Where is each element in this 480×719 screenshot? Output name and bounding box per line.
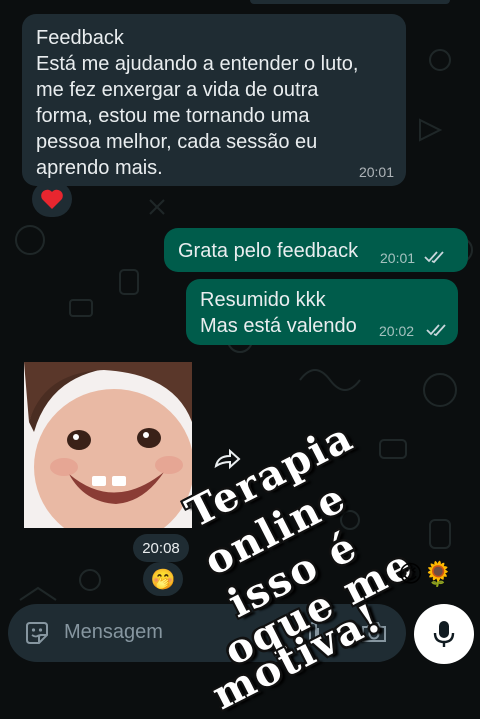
message-line: aprendo mais. xyxy=(36,157,163,179)
mic-icon xyxy=(433,621,455,647)
mic-button[interactable] xyxy=(414,604,474,664)
reaction-chip[interactable] xyxy=(32,181,72,217)
double-check-icon xyxy=(424,251,444,264)
sticker-icon[interactable] xyxy=(24,620,50,646)
message-title: Feedback xyxy=(36,27,124,49)
message-line: pessoa melhor, cada sessão eu xyxy=(36,131,318,153)
message-line: me fez enxergar a vida de outra xyxy=(36,79,319,101)
forward-icon[interactable] xyxy=(212,448,242,472)
outgoing-message[interactable]: Resumido kkk Mas está valendo 20:02 xyxy=(186,279,458,345)
message-composer[interactable]: Mensagem xyxy=(8,604,406,662)
overlay-line: online xyxy=(196,473,355,585)
overlay-line: Terapia xyxy=(178,413,362,537)
message-text: Grata pelo feedback xyxy=(178,240,359,262)
incoming-message-feedback[interactable]: Feedback Está me ajudando a entender o l… xyxy=(22,14,406,186)
message-input[interactable]: Mensagem xyxy=(64,621,163,644)
heart-icon xyxy=(41,189,63,209)
message-line: Está me ajudando a entender o luto, xyxy=(36,53,359,75)
reaction-emoji: 🤭 xyxy=(150,568,176,591)
overlay-emojis: 😉🌻 xyxy=(398,561,453,588)
double-check-icon xyxy=(426,324,446,337)
paperclip-icon[interactable] xyxy=(304,620,324,646)
message-line: forma, estou me tornando uma xyxy=(36,105,310,127)
message-time: 20:01 xyxy=(358,164,394,180)
sticker-time: 20:08 xyxy=(133,534,189,562)
sticker-image[interactable] xyxy=(24,362,192,528)
message-line: Mas está valendo xyxy=(200,315,357,337)
reaction-chip[interactable]: 🤭 xyxy=(143,562,183,596)
message-time: 20:01 xyxy=(380,250,416,266)
outgoing-message[interactable]: Grata pelo feedback 20:01 xyxy=(164,228,468,272)
message-line: Resumido kkk xyxy=(200,289,326,311)
previous-message-edge xyxy=(250,0,450,4)
camera-icon[interactable] xyxy=(360,620,388,644)
baby-face-sticker xyxy=(24,362,192,528)
message-time: 20:02 xyxy=(379,323,415,339)
